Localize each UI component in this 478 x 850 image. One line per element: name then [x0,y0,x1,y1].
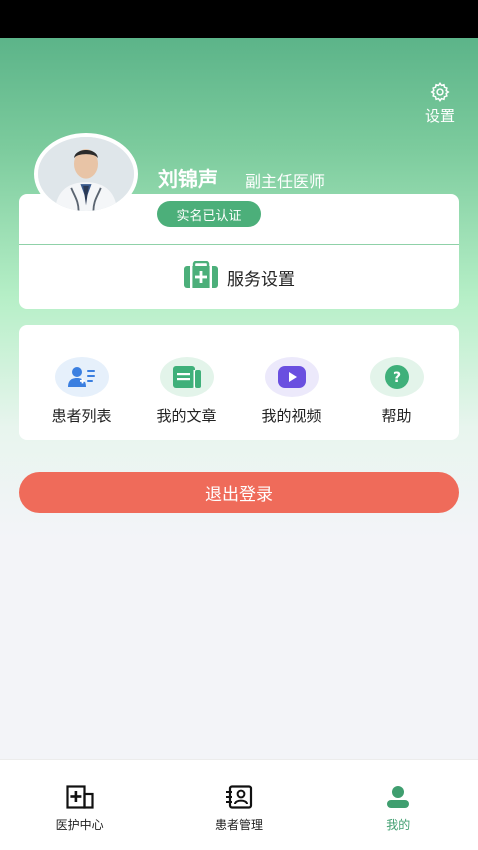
status-bar [0,0,478,38]
logout-button[interactable]: 退出登录 [19,472,459,513]
article-icon [159,357,214,397]
menu-item-my-articles[interactable]: 我的文章 [137,325,237,440]
tab-mine[interactable]: 我的 [338,760,458,850]
patient-management-icon [225,785,253,813]
menu-item-my-videos[interactable]: 我的视频 [242,325,342,440]
doctor-name: 刘锦声 [158,167,218,191]
tab-label: 我的 [386,818,411,832]
settings-label: 设置 [424,107,455,125]
profile-icon [384,785,412,813]
tab-medical-center[interactable]: 医护中心 [20,760,140,850]
service-settings-label: 服务设置 [227,269,295,290]
tab-label: 患者管理 [214,818,263,832]
menu-label: 我的文章 [156,407,217,425]
service-settings-button[interactable]: 服务设置 [19,245,459,309]
tab-label: 医护中心 [55,818,104,832]
medical-center-icon [66,785,94,813]
verified-badge: 实名已认证 [157,201,261,227]
menu-item-patient-list[interactable]: 患者列表 [32,325,132,440]
help-icon: ? [369,357,424,397]
svg-text:?: ? [392,370,400,386]
bottom-tab-bar: 医护中心 患者管理 我的 [0,759,478,850]
patient-list-icon [54,357,109,397]
settings-button[interactable]: 设置 [420,81,460,126]
doctor-title: 副主任医师 [245,172,326,191]
menu-item-help[interactable]: ? 帮助 [347,325,447,440]
video-icon [264,357,319,397]
menu-card: 患者列表 我的文章 我的视频 ? 帮助 [19,325,459,440]
menu-label: 我的视频 [261,407,322,425]
menu-label: 帮助 [381,407,412,425]
medical-kit-icon [183,260,219,293]
menu-label: 患者列表 [51,407,112,425]
avatar[interactable] [34,133,138,215]
tab-patient-management[interactable]: 患者管理 [179,760,299,850]
gear-icon [420,81,460,103]
